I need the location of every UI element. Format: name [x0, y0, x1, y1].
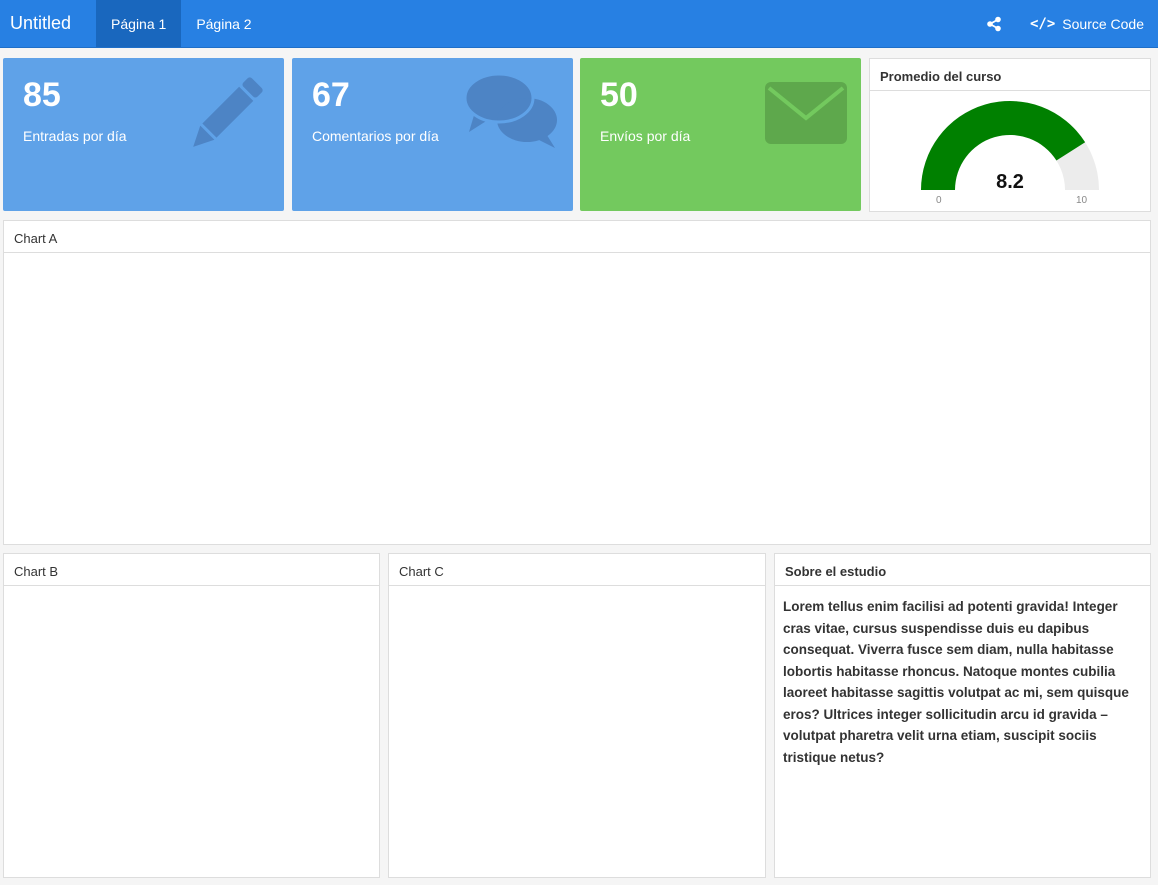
chart-a-title: Chart A [4, 221, 1150, 253]
value-box-caption: Entradas por día [23, 128, 127, 144]
app-title[interactable]: Untitled [0, 0, 81, 47]
value-box-comentarios: 67 Comentarios por día [292, 58, 573, 211]
gauge-title: Promedio del curso [870, 59, 1150, 91]
chart-c-area [389, 586, 765, 876]
tab-pagina-1[interactable]: Página 1 [96, 0, 182, 47]
chart-b-panel: Chart B [3, 553, 380, 878]
chart-c-title: Chart C [389, 554, 765, 586]
value-box-envios: 50 Envíos por día [580, 58, 861, 211]
about-text: Lorem tellus enim facilisi ad potenti gr… [783, 599, 1129, 765]
navbar-right: </> Source Code [984, 0, 1158, 47]
gauge-panel: Promedio del curso 8.2 0 10 [869, 58, 1151, 212]
pencil-icon [180, 70, 270, 165]
chart-b-title: Chart B [4, 554, 379, 586]
value-box-caption: Comentarios por día [312, 128, 439, 144]
code-icon: </> [1029, 15, 1056, 32]
about-title: Sobre el estudio [775, 554, 1150, 586]
gauge-max-label: 10 [1076, 195, 1088, 206]
chart-b-area [4, 586, 379, 876]
gauge-value: 8.2 [996, 171, 1024, 193]
envelope-icon [765, 82, 847, 149]
value-box-caption: Envíos por día [600, 128, 691, 144]
about-panel: Sobre el estudio Lorem tellus enim facil… [774, 553, 1151, 878]
share-icon[interactable] [984, 14, 1004, 34]
gauge-min-label: 0 [936, 195, 942, 206]
comments-icon [463, 70, 559, 157]
chart-a-area [4, 253, 1150, 543]
source-code-label: Source Code [1062, 15, 1144, 32]
value-box-value: 85 [23, 76, 61, 114]
chart-a-panel: Chart A [3, 220, 1151, 545]
top-navbar: Untitled Página 1 Página 2 </> Source Co… [0, 0, 1158, 48]
source-code-link[interactable]: </> Source Code [1030, 16, 1158, 32]
chart-c-panel: Chart C [388, 553, 766, 878]
value-box-value: 50 [600, 76, 638, 114]
value-box-value: 67 [312, 76, 350, 114]
value-box-entradas: 85 Entradas por día [3, 58, 284, 211]
tab-pagina-2[interactable]: Página 2 [181, 0, 266, 47]
